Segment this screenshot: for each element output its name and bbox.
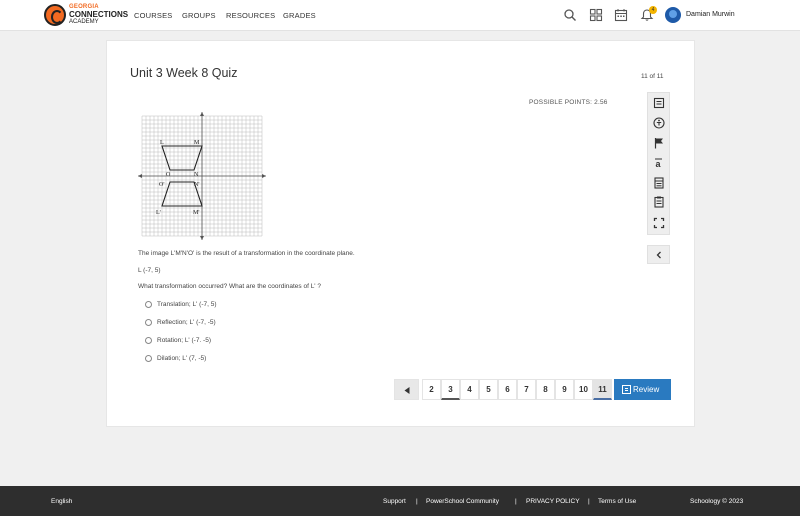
footer: English Support | PowerSchool Community … [0,486,800,516]
coordinate-plane-graph: L M O N O' N' L' M' [138,112,266,240]
y-axis-arrow-down [200,236,204,240]
option-label: Translation; L' (-7, 5) [157,301,217,308]
option-label: Dilation; L' (7, -5) [157,355,207,362]
question-counter: 11 of 11 [641,73,664,80]
nav-grades[interactable]: GRADES [283,11,316,20]
quiz-title: Unit 3 Week 8 Quiz [130,66,238,80]
page-button-10[interactable]: 10 [574,379,593,400]
possible-points: POSSIBLE POINTS: 2.56 [529,99,608,106]
page-button-5[interactable]: 5 [479,379,498,400]
search-icon[interactable] [563,8,577,22]
label-M: M [194,140,200,146]
nav-groups[interactable]: GROUPS [182,11,216,20]
footer-link-privacy-policy[interactable]: PRIVACY POLICY [526,498,580,505]
collapse-tools-button[interactable] [647,245,670,264]
footer-link-support[interactable]: Support [383,498,406,505]
label-N: N [194,172,199,178]
label-O: O [166,172,171,178]
page-button-9[interactable]: 9 [555,379,574,400]
footer-separator: | [515,498,517,505]
reference-sheet-icon[interactable] [652,195,666,209]
previous-page-button[interactable] [394,379,419,400]
label-N-prime: N' [194,182,199,188]
top-nav: GEORGIA CONNECTIONS ACADEMY COURSES GROU… [0,0,800,31]
chevron-left-icon [656,251,661,259]
page-button-3[interactable]: 3 [441,379,460,400]
georgia-connections-academy-logo[interactable]: GEORGIA CONNECTIONS ACADEMY [44,4,129,28]
footer-copyright: Schoology © 2023 [690,498,744,505]
quiz-tools-panel: a [647,92,670,235]
logo-text-academy: ACADEMY [69,19,99,25]
footer-link-powerschool-community[interactable]: PowerSchool Community [426,498,499,505]
review-label: Review [633,385,660,394]
logo-text-connections: CONNECTIONS [69,10,129,19]
footer-separator: | [588,498,590,505]
page-button-7[interactable]: 7 [517,379,536,400]
option-label: Reflection; L' (-7, -5) [157,319,216,326]
user-name[interactable]: Damian Murwin [686,11,735,18]
label-M-prime: M' [193,210,199,216]
radio-button[interactable] [145,337,152,344]
accessibility-icon[interactable] [652,116,666,130]
footer-separator: | [416,498,418,505]
logo-icon [44,4,66,26]
user-avatar[interactable] [665,7,681,23]
svg-text:a: a [656,159,662,169]
notes-icon[interactable] [652,96,666,110]
flag-icon[interactable] [652,136,666,150]
label-L-prime: L' [156,210,161,216]
page-button-2[interactable]: 2 [422,379,441,400]
language-selector[interactable]: English [51,498,72,505]
question-statement: The image L'M'N'O' is the result of a tr… [138,250,355,257]
option-label: Rotation; L' (-7. -5) [157,337,211,344]
question-point: L (-7, 5) [138,267,161,274]
page-button-4[interactable]: 4 [460,379,479,400]
label-O-prime: O' [159,182,164,188]
calculator-icon[interactable] [652,176,666,190]
footer-link-terms-of-use[interactable]: Terms of Use [598,498,636,505]
apps-grid-icon[interactable] [589,8,603,22]
notification-count-badge: 4 [649,6,657,14]
review-list-icon [622,385,631,394]
nav-resources[interactable]: RESOURCES [226,11,275,20]
nav-courses[interactable]: COURSES [134,11,173,20]
page-button-8[interactable]: 8 [536,379,555,400]
calendar-icon[interactable] [614,8,628,22]
fullscreen-icon[interactable] [652,216,666,230]
radio-button[interactable] [145,355,152,362]
y-axis-arrow-up [200,112,204,116]
page-button-11[interactable]: 11 [593,379,612,400]
page-button-6[interactable]: 6 [498,379,517,400]
translate-icon[interactable]: a [652,156,666,170]
x-axis-arrow-right [262,174,266,178]
review-button[interactable]: Review [614,379,671,400]
x-axis-arrow-left [138,174,142,178]
radio-button[interactable] [145,319,152,326]
radio-button[interactable] [145,301,152,308]
caret-left-icon [404,387,410,394]
question-prompt: What transformation occurred? What are t… [138,283,321,290]
label-L: L [160,140,164,146]
